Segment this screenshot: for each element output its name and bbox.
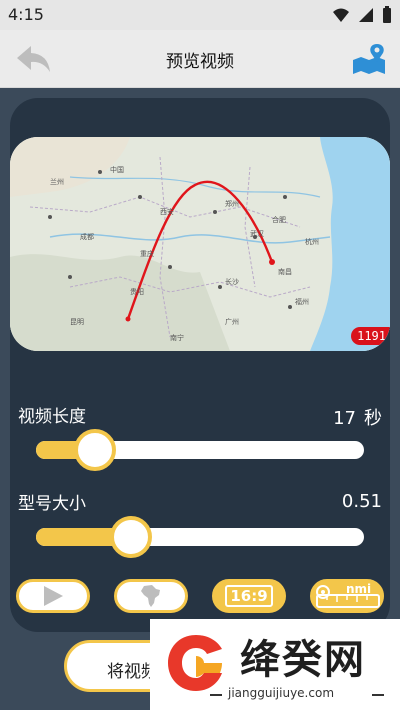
watermark-logo [168,635,222,691]
status-bar: 4:15 [0,0,400,30]
distance-unit-label: nmi [346,582,372,596]
map-label: 兰州 [50,178,64,186]
map-labels: 中国 长沙 武汉 南昌 重庆 贵阳 南宁 成都 西安 郑州 合肥 杭州 福州 广… [10,137,390,351]
video-length-unit: 秒 [364,408,382,429]
africa-icon [141,585,160,607]
map-label: 西安 [160,208,174,216]
map-label: 南宁 [170,334,184,342]
model-size-slider[interactable] [36,516,364,558]
map-label: 杭州 [305,238,319,246]
model-size-value: 0.51 [341,491,382,512]
play-button[interactable] [16,579,90,613]
watermark-divider [372,694,384,696]
map-label: 广州 [225,318,239,326]
map-pin-icon [353,44,385,74]
map-label: 合肥 [272,216,286,224]
count-badge: 1191 [351,327,390,345]
video-length-label: 视频长度 [18,407,86,427]
page-title: 预览视频 [166,52,234,72]
map-preview: 中国 长沙 武汉 南昌 重庆 贵阳 南宁 成都 西安 郑州 合肥 杭州 福州 广… [10,137,390,351]
watermark-url: jiangguijiuye.com [228,686,335,700]
map-label: 长沙 [225,278,239,286]
map-label: 武汉 [250,230,264,238]
map-location-button[interactable] [350,40,388,78]
africa-map-button[interactable] [114,579,188,613]
video-length-slider[interactable] [36,429,364,471]
map-label: 成都 [80,233,94,241]
battery-icon [383,6,391,23]
wifi-icon [333,8,349,22]
model-size-slider-thumb[interactable] [110,516,153,558]
ratio-label: 16:9 [230,587,268,605]
ratio-icon: 16:9 [225,585,273,607]
aspect-ratio-button[interactable]: 16:9 [212,579,286,613]
model-size-label: 型号大小 [18,494,86,514]
watermark: 绛癸网 jiangguijiuye.com [150,619,400,710]
map-label: 贵阳 [130,288,144,296]
signal-icon [359,8,373,22]
play-icon [44,586,63,606]
status-icons [332,6,392,24]
distance-unit-button[interactable]: nmi [310,579,384,613]
app-bar: 预览视频 [0,30,400,88]
watermark-title: 绛癸网 [240,637,366,683]
map-label: 南昌 [278,268,292,276]
video-length-value: 17 秒 [333,404,382,430]
video-length-number: 17 [333,408,356,429]
map-label: 中国 [110,166,124,174]
watermark-divider [210,694,222,696]
map-label: 福州 [295,298,309,306]
status-time: 4:15 [8,5,44,24]
video-length-slider-thumb[interactable] [74,429,117,471]
map-label: 重庆 [140,250,154,258]
map-label: 昆明 [70,318,84,326]
map-label: 郑州 [225,200,239,208]
